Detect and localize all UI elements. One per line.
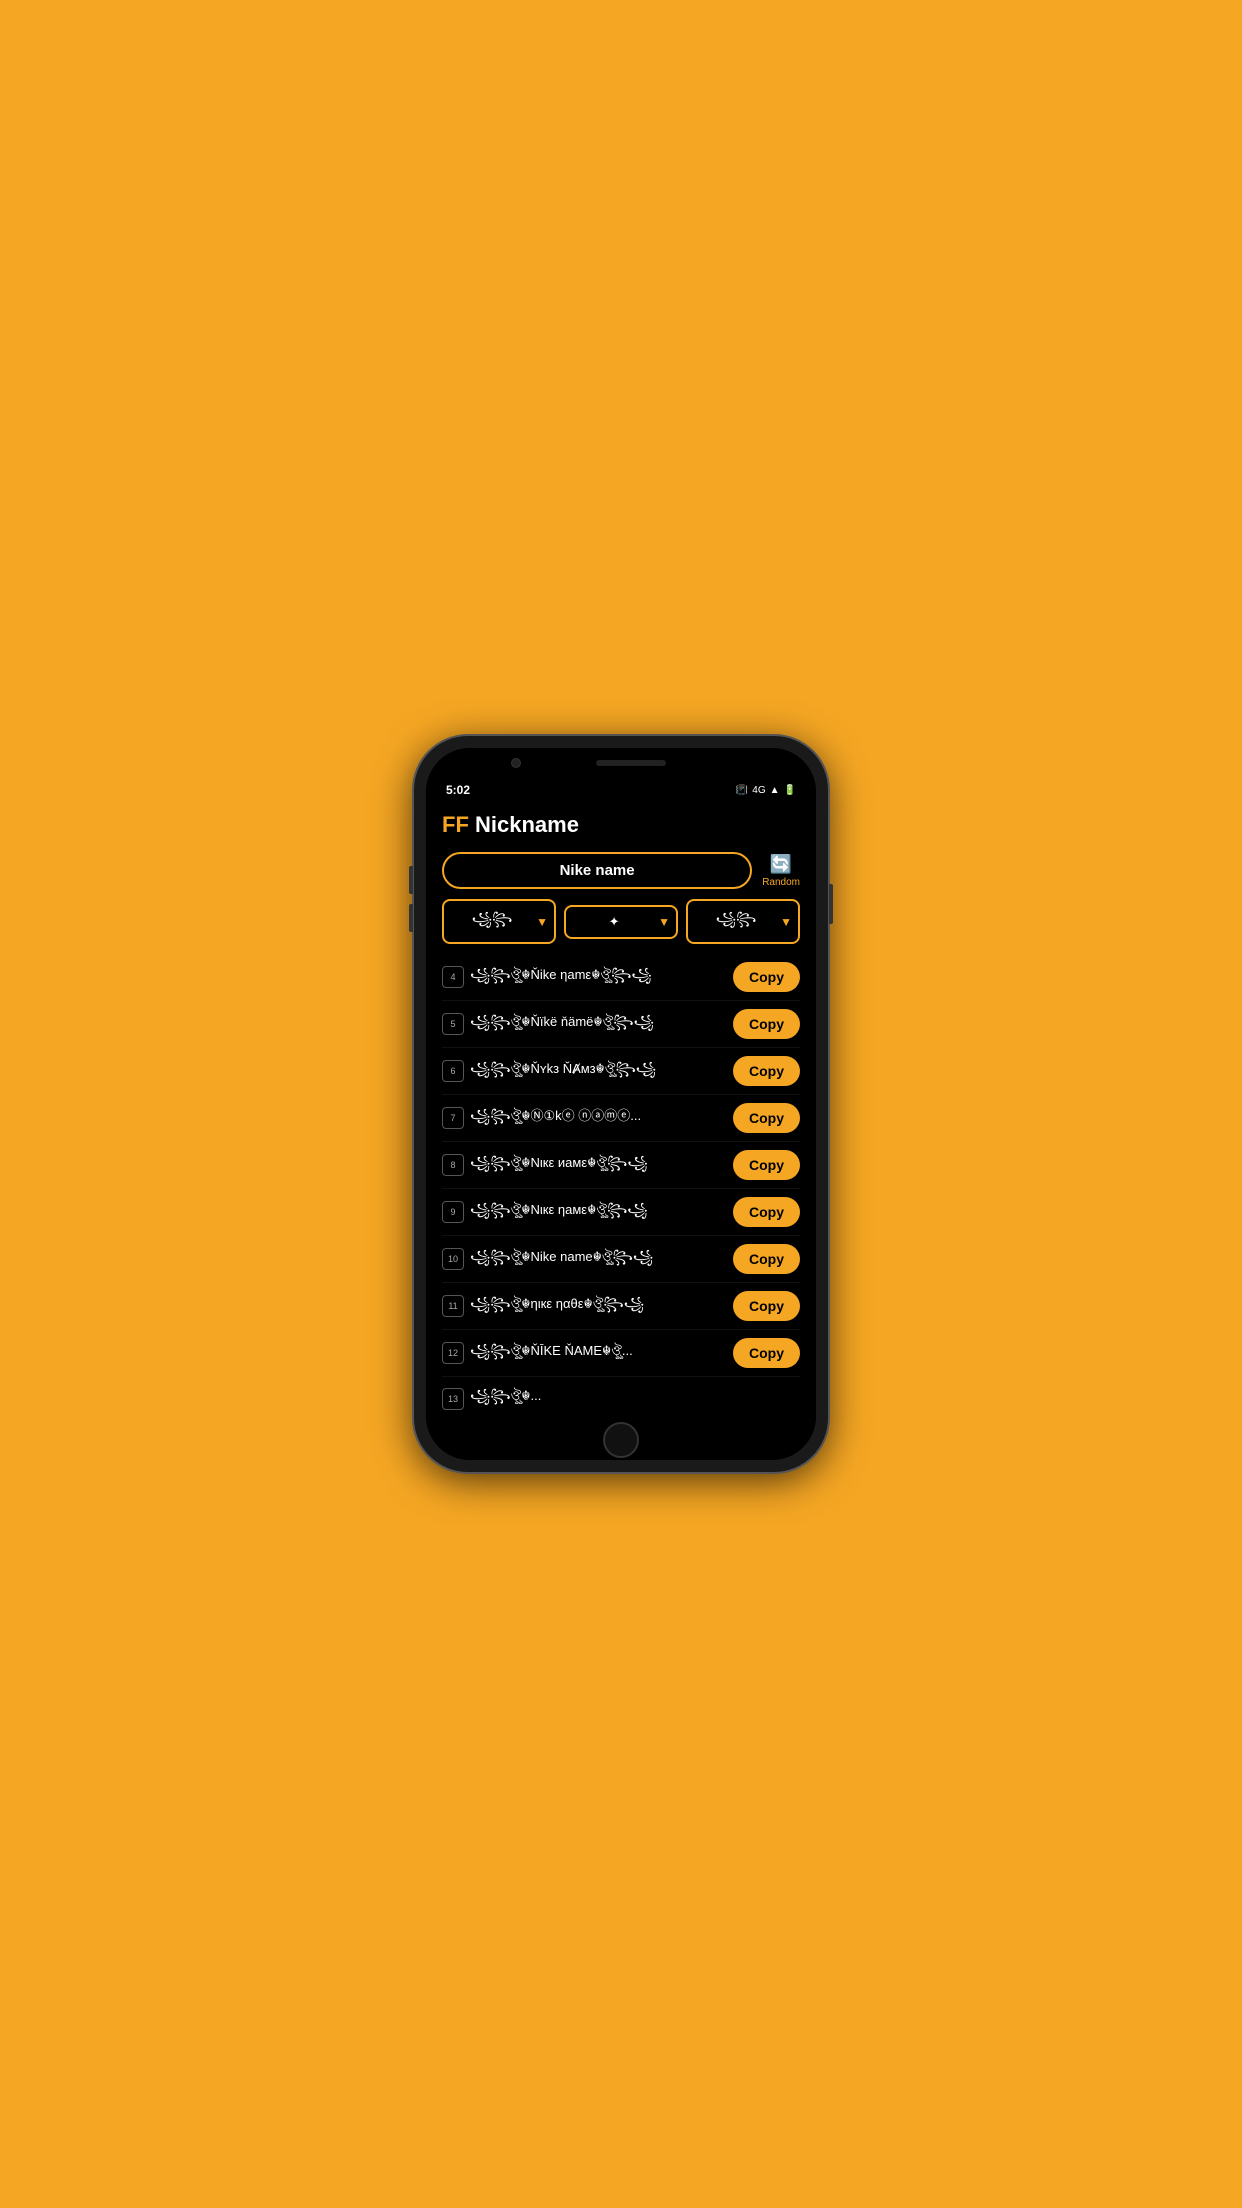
copy-button-12[interactable]: Copy xyxy=(733,1338,800,1368)
nickname-text-5: ꧁꧂ঔৣ☬Ňïkë ňämë☬ঔৣ꧂꧁ xyxy=(470,1011,725,1038)
chevron-icon-3: ▼ xyxy=(780,915,792,929)
row-left-11: 11 ꧁꧂ঔৣ☬ηιкε ηαθε☬ঔৣ꧂꧁ xyxy=(442,1293,725,1320)
nickname-text-9: ꧁꧂ঔৣ☬Nιкε ηамε☬ঔৣ꧂꧁ xyxy=(470,1199,725,1226)
phone-screen: 5:02 📳 4G ▲ 🔋 FF Nickname 🔄 Random xyxy=(426,748,816,1460)
filter-label-1: ꧁꧂ xyxy=(450,908,534,935)
row-left-4: 4 ꧁꧂ঔৣ☬Ňike ηamε☬ঔৣ꧂꧁ xyxy=(442,964,725,991)
nickname-text-4: ꧁꧂ঔৣ☬Ňike ηamε☬ঔৣ꧂꧁ xyxy=(470,964,725,991)
nickname-row-4: 4 ꧁꧂ঔৣ☬Ňike ηamε☬ঔৣ꧂꧁ Copy xyxy=(442,954,800,1001)
nickname-row-7: 7 ꧁꧂ঔৣ☬Ⓝ①kⓔ ⓝⓐⓜⓔ... Copy xyxy=(442,1095,800,1142)
filter-button-3[interactable]: ꧁꧂ ▼ xyxy=(686,899,800,944)
random-icon: 🔄 xyxy=(770,854,792,875)
nickname-text-10: ꧁꧂ঔৣ☬Nike name☬ঔৣ꧂꧁ xyxy=(470,1246,725,1273)
nickname-row-12: 12 ꧁꧂ঔৣ☬ŇĪKΕ ŇАМΕ☬ঔৣ... Copy xyxy=(442,1330,800,1377)
search-row: 🔄 Random xyxy=(442,852,800,889)
nickname-row-11: 11 ꧁꧂ঔৣ☬ηιкε ηαθε☬ঔৣ꧂꧁ Copy xyxy=(442,1283,800,1330)
speaker xyxy=(596,760,666,766)
vol-up-button[interactable] xyxy=(409,866,413,894)
row-num-8: 8 xyxy=(442,1154,464,1176)
nickname-row-13: 13 ꧁꧂ঔৣ☬... xyxy=(442,1377,800,1420)
nickname-text-13: ꧁꧂ঔৣ☬... xyxy=(470,1385,800,1412)
camera xyxy=(511,758,521,768)
signal-icon: 4G xyxy=(752,785,765,796)
row-num-12: 12 xyxy=(442,1342,464,1364)
nickname-row-8: 8 ꧁꧂ঔৣ☬Nιкε иамε☬ঔৣ꧂꧁ Copy xyxy=(442,1142,800,1189)
copy-button-7[interactable]: Copy xyxy=(733,1103,800,1133)
copy-button-6[interactable]: Copy xyxy=(733,1056,800,1086)
row-left-12: 12 ꧁꧂ঔৣ☬ŇĪKΕ ŇАМΕ☬ঔৣ... xyxy=(442,1340,725,1367)
phone-bottom-bar xyxy=(426,1420,816,1460)
copy-button-11[interactable]: Copy xyxy=(733,1291,800,1321)
row-left-7: 7 ꧁꧂ঔৣ☬Ⓝ①kⓔ ⓝⓐⓜⓔ... xyxy=(442,1105,725,1132)
nickname-row-10: 10 ꧁꧂ঔৣ☬Nike name☬ঔৣ꧂꧁ Copy xyxy=(442,1236,800,1283)
title-ff: FF xyxy=(442,812,469,837)
copy-button-4[interactable]: Copy xyxy=(733,962,800,992)
filter-row: ꧁꧂ ▼ ✦ ▼ ꧁꧂ ▼ xyxy=(442,899,800,944)
nickname-text-6: ꧁꧂ঔৣ☬Ňʏkз ŇȺмз☬ঔৣ꧂꧁ xyxy=(470,1058,725,1085)
nickname-text-7: ꧁꧂ঔৣ☬Ⓝ①kⓔ ⓝⓐⓜⓔ... xyxy=(470,1105,725,1132)
copy-button-8[interactable]: Copy xyxy=(733,1150,800,1180)
nickname-row-9: 9 ꧁꧂ঔৣ☬Nιкε ηамε☬ঔৣ꧂꧁ Copy xyxy=(442,1189,800,1236)
power-button[interactable] xyxy=(829,884,833,924)
row-left-10: 10 ꧁꧂ঔৣ☬Nike name☬ঔৣ꧂꧁ xyxy=(442,1246,725,1273)
wifi-icon: ▲ xyxy=(770,785,780,796)
copy-button-9[interactable]: Copy xyxy=(733,1197,800,1227)
nickname-row-5: 5 ꧁꧂ঔৣ☬Ňïkë ňämë☬ঔৣ꧂꧁ Copy xyxy=(442,1001,800,1048)
row-num-5: 5 xyxy=(442,1013,464,1035)
row-num-4: 4 xyxy=(442,966,464,988)
phone-top-bar xyxy=(426,748,816,778)
row-num-6: 6 xyxy=(442,1060,464,1082)
phone-frame: 5:02 📳 4G ▲ 🔋 FF Nickname 🔄 Random xyxy=(414,736,828,1472)
home-button[interactable] xyxy=(603,1422,639,1458)
status-bar: 5:02 📳 4G ▲ 🔋 xyxy=(426,778,816,802)
filter-label-2: ✦ xyxy=(572,914,656,930)
battery-icon: 🔋 xyxy=(784,785,796,796)
status-time: 5:02 xyxy=(446,783,470,797)
filter-button-2[interactable]: ✦ ▼ xyxy=(564,905,678,939)
title-rest: Nickname xyxy=(475,812,579,837)
nickname-list: 4 ꧁꧂ঔৣ☬Ňike ηamε☬ঔৣ꧂꧁ Copy 5 ꧁꧂ঔৣ☬Ňïkë ň… xyxy=(442,954,800,1420)
chevron-icon-2: ▼ xyxy=(658,915,670,929)
vol-down-button[interactable] xyxy=(409,904,413,932)
search-input[interactable] xyxy=(442,852,752,889)
row-left-13: 13 ꧁꧂ঔৣ☬... xyxy=(442,1385,800,1412)
row-num-11: 11 xyxy=(442,1295,464,1317)
nickname-text-12: ꧁꧂ঔৣ☬ŇĪKΕ ŇАМΕ☬ঔৣ... xyxy=(470,1340,725,1367)
nickname-text-8: ꧁꧂ঔৣ☬Nιкε иамε☬ঔৣ꧂꧁ xyxy=(470,1152,725,1179)
nickname-row-6: 6 ꧁꧂ঔৣ☬Ňʏkз ŇȺмз☬ঔৣ꧂꧁ Copy xyxy=(442,1048,800,1095)
copy-button-5[interactable]: Copy xyxy=(733,1009,800,1039)
chevron-icon-1: ▼ xyxy=(536,915,548,929)
status-icons: 📳 4G ▲ 🔋 xyxy=(736,785,796,796)
row-num-10: 10 xyxy=(442,1248,464,1270)
nickname-text-11: ꧁꧂ঔৣ☬ηιкε ηαθε☬ঔৣ꧂꧁ xyxy=(470,1293,725,1320)
row-left-6: 6 ꧁꧂ঔৣ☬Ňʏkз ŇȺмз☬ঔৣ꧂꧁ xyxy=(442,1058,725,1085)
row-left-8: 8 ꧁꧂ঔৣ☬Nιкε иамε☬ঔৣ꧂꧁ xyxy=(442,1152,725,1179)
row-left-9: 9 ꧁꧂ঔৣ☬Nιкε ηамε☬ঔৣ꧂꧁ xyxy=(442,1199,725,1226)
app-content: FF Nickname 🔄 Random ꧁꧂ ▼ ✦ ▼ xyxy=(426,802,816,1420)
filter-button-1[interactable]: ꧁꧂ ▼ xyxy=(442,899,556,944)
copy-button-10[interactable]: Copy xyxy=(733,1244,800,1274)
random-label: Random xyxy=(762,877,800,888)
filter-label-3: ꧁꧂ xyxy=(694,908,778,935)
row-num-13: 13 xyxy=(442,1388,464,1410)
random-button[interactable]: 🔄 Random xyxy=(762,854,800,888)
row-left-5: 5 ꧁꧂ঔৣ☬Ňïkë ňämë☬ঔৣ꧂꧁ xyxy=(442,1011,725,1038)
app-header: FF Nickname xyxy=(442,812,800,838)
vibrate-icon: 📳 xyxy=(736,785,748,796)
row-num-9: 9 xyxy=(442,1201,464,1223)
app-title: FF Nickname xyxy=(442,812,579,838)
row-num-7: 7 xyxy=(442,1107,464,1129)
